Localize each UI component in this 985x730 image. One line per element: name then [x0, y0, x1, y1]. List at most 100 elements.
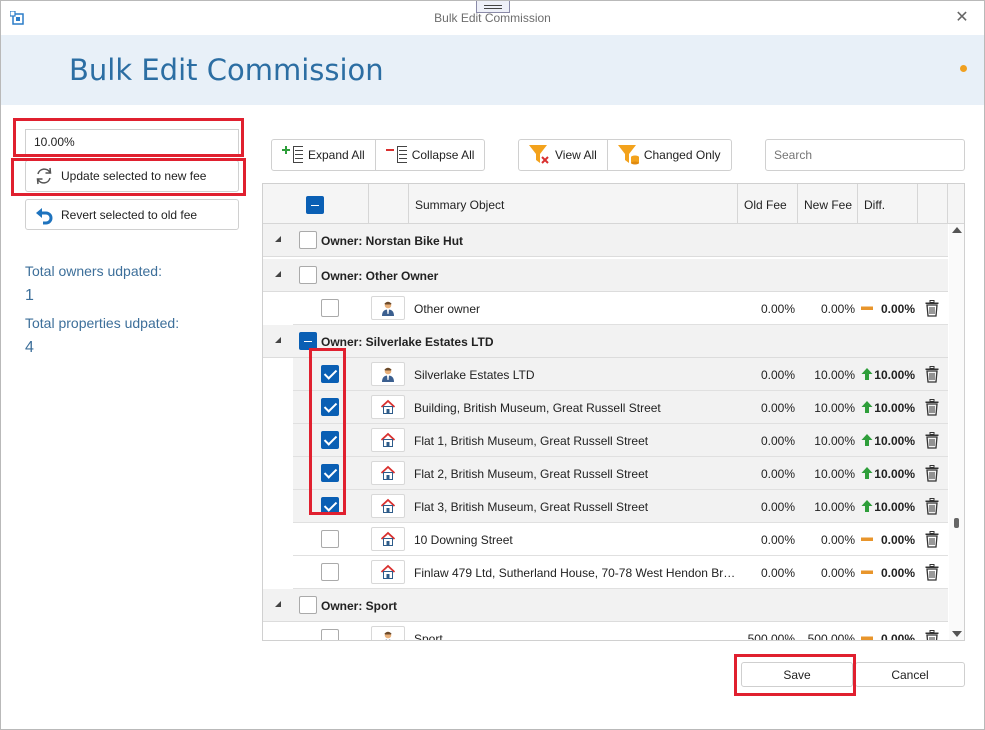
column-header-old-fee[interactable]: Old Fee [738, 184, 798, 224]
group-row[interactable]: Owner: Sport [263, 589, 948, 622]
column-header-diff[interactable]: Diff. [858, 184, 918, 224]
diff-value: 0.00% [880, 302, 915, 316]
row-checkbox[interactable] [321, 365, 339, 383]
new-fee-value: 10.00% [814, 401, 855, 415]
scroll-up-icon[interactable] [952, 227, 962, 233]
old-fee-value: 0.00% [760, 368, 795, 382]
row-checkbox[interactable] [321, 398, 339, 416]
trash-icon[interactable] [925, 498, 939, 515]
new-fee-value: 0.00% [820, 302, 855, 316]
trash-icon[interactable] [925, 300, 939, 317]
summary-object: Other owner [414, 302, 481, 316]
old-fee-value: 0.00% [760, 467, 795, 481]
update-selected-label: Update selected to new fee [61, 169, 207, 183]
cancel-button[interactable]: Cancel [855, 662, 965, 687]
trash-icon[interactable] [925, 432, 939, 449]
expand-collapse-icon[interactable] [275, 601, 281, 607]
expand-all-button[interactable]: Expand All [272, 140, 376, 170]
row-checkbox[interactable] [321, 629, 339, 640]
delete-column-header [918, 184, 948, 224]
person-icon [371, 296, 405, 320]
diff-value: 10.00% [874, 434, 915, 448]
group-checkbox[interactable] [299, 596, 317, 614]
group-checkbox[interactable] [299, 231, 317, 249]
new-fee-value: 10.00% [814, 500, 855, 514]
new-fee-value: 10.00% [814, 467, 855, 481]
group-label: Owner: Sport [321, 599, 398, 613]
view-all-button[interactable]: View All [519, 140, 608, 170]
new-fee-value: 0.00% [820, 533, 855, 547]
table-row[interactable]: Other owner 0.00% 0.00% 0.00% [293, 292, 948, 325]
row-checkbox[interactable] [321, 299, 339, 317]
select-all-checkbox[interactable] [306, 196, 324, 214]
house-icon [371, 494, 405, 518]
group-row[interactable]: Owner: Norstan Bike Hut [263, 224, 948, 257]
expand-collapse-icon[interactable] [275, 337, 281, 343]
house-icon [371, 560, 405, 584]
trash-icon[interactable] [925, 630, 939, 640]
page-title: Bulk Edit Commission [69, 53, 384, 87]
summary-object: Building, British Museum, Great Russell … [414, 401, 661, 415]
expand-all-icon [280, 143, 306, 167]
expand-all-label: Expand All [308, 148, 365, 162]
old-fee-value: 0.00% [760, 533, 795, 547]
trash-icon[interactable] [925, 531, 939, 548]
diff-value: 10.00% [874, 401, 915, 415]
table-row[interactable]: Flat 1, British Museum, Great Russell St… [293, 424, 948, 457]
revert-selected-button[interactable]: Revert selected to old fee [25, 199, 239, 230]
house-icon [371, 395, 405, 419]
save-button[interactable]: Save [741, 662, 853, 687]
trash-icon[interactable] [925, 564, 939, 581]
row-checkbox[interactable] [321, 497, 339, 515]
person-icon [371, 362, 405, 386]
scroll-thumb[interactable] [954, 518, 959, 528]
close-icon[interactable]: ✕ [953, 9, 971, 27]
table-row[interactable]: Flat 3, British Museum, Great Russell St… [293, 490, 948, 523]
row-checkbox[interactable] [321, 530, 339, 548]
diff-value: 0.00% [880, 566, 915, 580]
row-checkbox[interactable] [321, 431, 339, 449]
table-row[interactable]: Finlaw 479 Ltd, Sutherland House, 70-78 … [293, 556, 948, 589]
new-fee-input[interactable] [25, 129, 239, 155]
group-checkbox[interactable] [299, 266, 317, 284]
group-row[interactable]: Owner: Silverlake Estates LTD [263, 325, 948, 358]
summary-object: Flat 2, British Museum, Great Russell St… [414, 467, 649, 481]
row-checkbox[interactable] [321, 464, 339, 482]
trash-icon[interactable] [925, 366, 939, 383]
trash-icon[interactable] [925, 465, 939, 482]
grid-header: Summary Object Old Fee New Fee Diff. [263, 184, 964, 224]
summary-object: Flat 3, British Museum, Great Russell St… [414, 500, 649, 514]
group-checkbox[interactable] [299, 332, 317, 350]
update-selected-button[interactable]: Update selected to new fee [25, 160, 239, 192]
old-fee-value: 500.00% [747, 632, 795, 641]
old-fee-value: 0.00% [760, 566, 795, 580]
table-row[interactable]: Silverlake Estates LTD 0.00% 10.00% 10.00% [293, 358, 948, 391]
search-input[interactable] [765, 139, 965, 171]
group-row[interactable]: Owner: Other Owner [263, 259, 948, 292]
column-header-summary[interactable]: Summary Object [409, 184, 738, 224]
scroll-down-icon[interactable] [952, 631, 962, 637]
house-icon [371, 527, 405, 551]
summary-object: Flat 1, British Museum, Great Russell St… [414, 434, 649, 448]
dialog-window: Bulk Edit Commission ✕ Bulk Edit Commiss… [0, 0, 985, 730]
expand-collapse-icon[interactable] [275, 271, 281, 277]
table-row[interactable]: 10 Downing Street 0.00% 0.00% 0.00% [293, 523, 948, 556]
table-row[interactable]: Building, British Museum, Great Russell … [293, 391, 948, 424]
row-checkbox[interactable] [321, 563, 339, 581]
column-header-new-fee[interactable]: New Fee [798, 184, 858, 224]
table-row[interactable]: Sport 500.00% 500.00% 0.00% [293, 622, 948, 641]
collapse-all-button[interactable]: Collapse All [376, 140, 485, 170]
header-banner: Bulk Edit Commission [1, 35, 984, 105]
clear-filter-icon [527, 143, 553, 167]
expand-collapse-icon[interactable] [275, 236, 281, 242]
vertical-scrollbar[interactable] [949, 224, 964, 640]
group-label: Owner: Norstan Bike Hut [321, 234, 464, 248]
table-row[interactable]: Flat 2, British Museum, Great Russell St… [293, 457, 948, 490]
old-fee-value: 0.00% [760, 500, 795, 514]
status-indicator [960, 65, 967, 72]
changed-only-button[interactable]: Changed Only [608, 140, 731, 170]
window-title: Bulk Edit Commission [434, 11, 551, 25]
changed-only-label: Changed Only [643, 148, 721, 162]
house-icon [371, 428, 405, 452]
trash-icon[interactable] [925, 399, 939, 416]
